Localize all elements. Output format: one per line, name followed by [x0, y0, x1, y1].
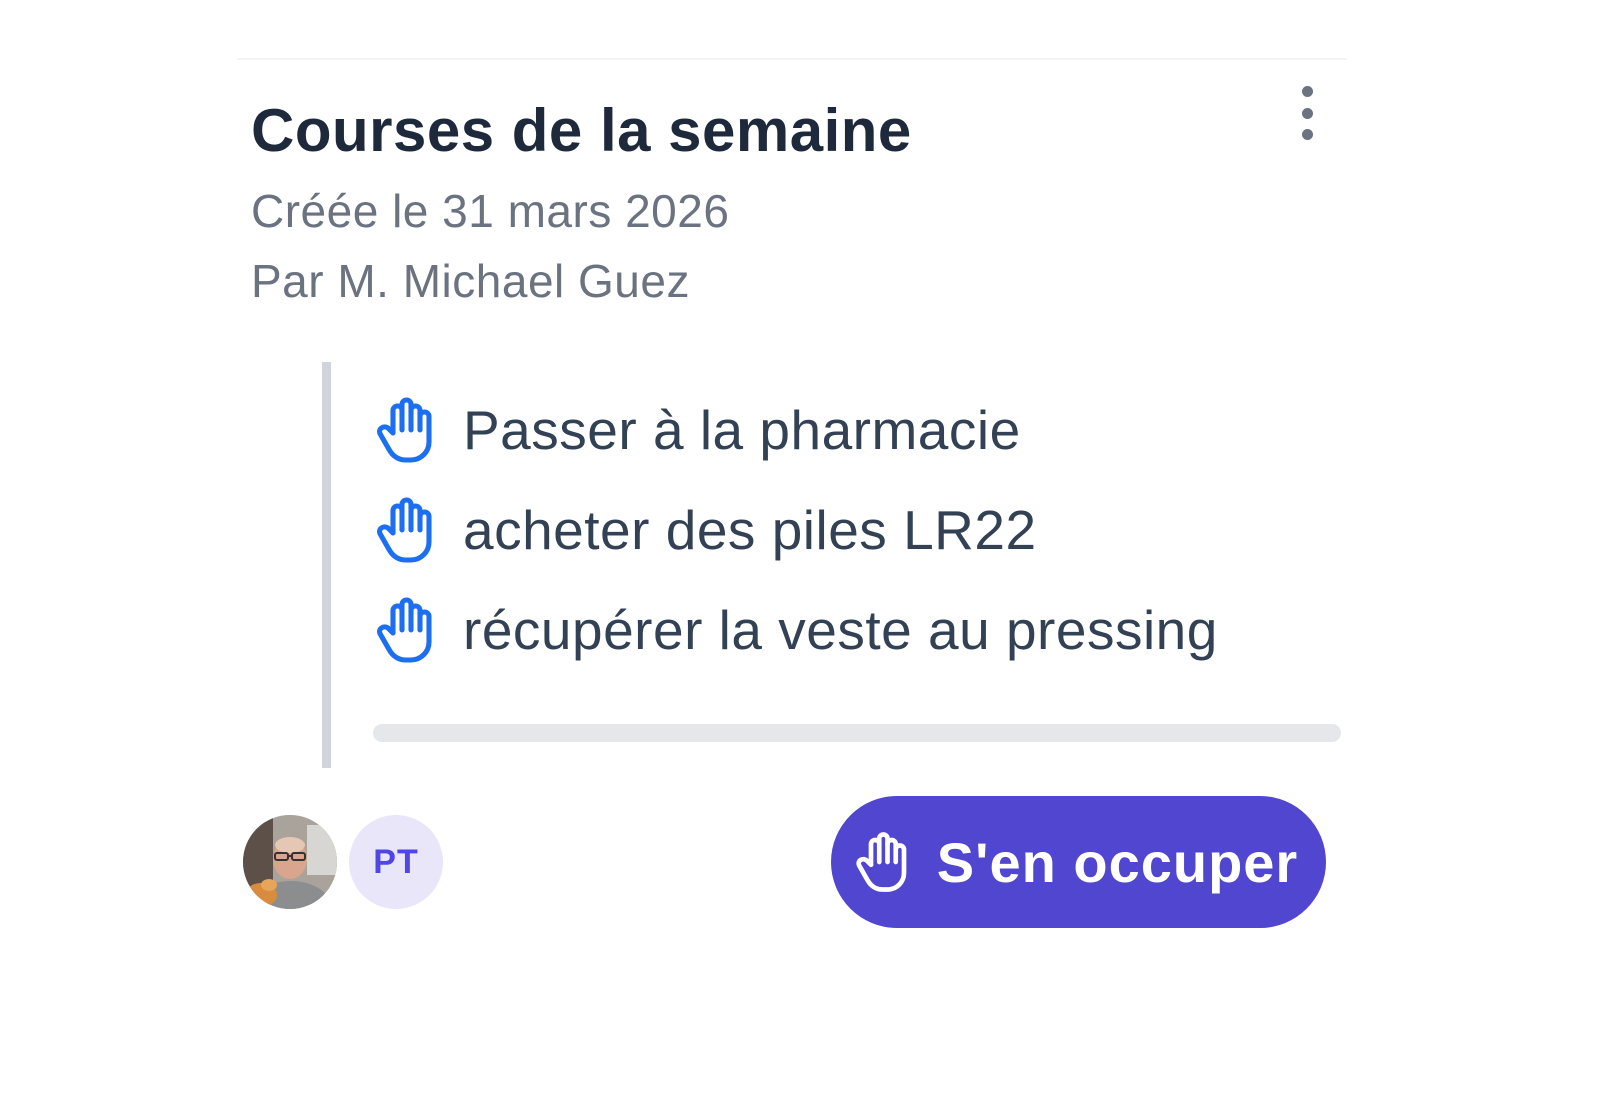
more-vertical-icon-dot [1301, 129, 1313, 140]
card-title: Courses de la semaine [251, 97, 912, 164]
hand-icon [856, 832, 907, 892]
avatar[interactable] [243, 815, 337, 909]
hand-icon [377, 497, 432, 563]
hand-icon [377, 597, 432, 663]
more-vertical-icon [1301, 86, 1313, 97]
task-list: Passer à la pharmacie acheter des piles … [322, 362, 1341, 768]
progress-bar [373, 724, 1341, 742]
participants: PT [243, 815, 443, 911]
task-item[interactable]: récupérer la veste au pressing [369, 590, 1218, 670]
take-charge-label: S'en occuper [936, 830, 1299, 894]
take-charge-button[interactable]: S'en occuper [831, 796, 1326, 928]
task-label: Passer à la pharmacie [463, 399, 1021, 461]
hand-icon [377, 397, 432, 463]
task-label: acheter des piles LR22 [463, 499, 1037, 561]
task-list-card: Courses de la semaine Créée le 31 mars 2… [237, 58, 1347, 960]
more-vertical-icon-dot [1301, 107, 1313, 119]
more-options-button[interactable] [1287, 82, 1327, 144]
avatar-initials[interactable]: PT [349, 815, 443, 909]
task-item[interactable]: acheter des piles LR22 [369, 490, 1037, 570]
created-date: Créée le 31 mars 2026 [251, 185, 730, 237]
author-name: Par M. Michael Guez [251, 255, 690, 307]
task-item[interactable]: Passer à la pharmacie [369, 390, 1021, 470]
task-label: récupérer la veste au pressing [463, 599, 1218, 661]
avatar-photo [243, 815, 337, 909]
